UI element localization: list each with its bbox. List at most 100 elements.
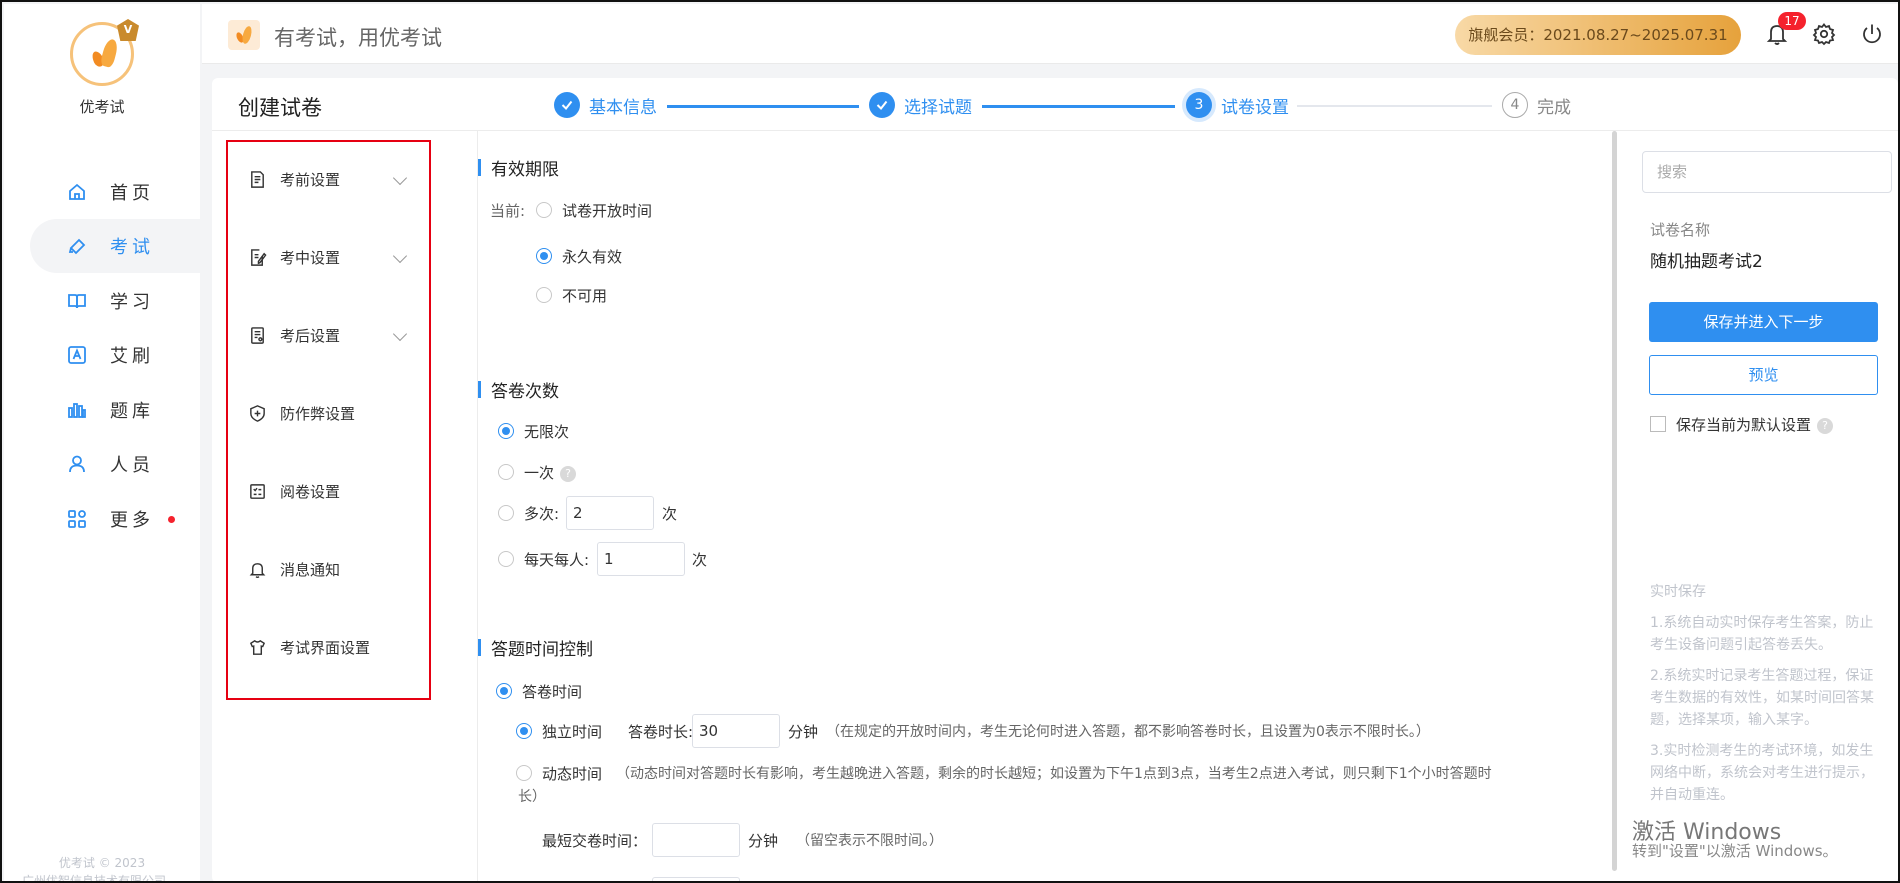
- settings-menu: 考前设置 考中设置 考后设置 防作弊设置 阅卷设置 消息通知 考试界面设置: [226, 140, 431, 700]
- nav-label: 更多: [110, 510, 154, 531]
- save-default-label: 保存当前为默认设置?: [1676, 414, 1834, 435]
- save-next-button[interactable]: 保存并进入下一步: [1649, 302, 1878, 342]
- menu-item-pre-exam[interactable]: 考前设置: [228, 159, 429, 199]
- header-slogan: 有考试，用优考试: [274, 26, 442, 50]
- settings-gear-icon[interactable]: [1812, 22, 1836, 46]
- checklist-icon: [246, 480, 268, 502]
- nav-item-study[interactable]: 学习: [30, 274, 200, 328]
- timing-min-submit-input[interactable]: [652, 823, 740, 857]
- menu-item-grading[interactable]: 阅卷设置: [228, 471, 429, 511]
- chevron-down-icon: [392, 326, 408, 342]
- timing-independent-label: 独立时间: [542, 723, 603, 741]
- section-title-validity: 有效期限: [478, 155, 559, 180]
- step-basic-info[interactable]: 基本信息: [554, 92, 657, 118]
- autosave-title: 实时保存: [1650, 584, 1706, 600]
- radio-answer-time[interactable]: [496, 683, 512, 699]
- timing-min-submit-note: （留空表示不限时间。）: [796, 833, 943, 849]
- document-icon: [246, 168, 268, 190]
- attempts-unlimited-label: 无限次: [524, 423, 570, 441]
- timing-dynamic-note: （动态时间对答题时长有影响，考生越晚进入答题，剩余的时长越短；如设置为下午1点到…: [616, 766, 1492, 782]
- nav-label: 人员: [110, 455, 154, 476]
- attempts-per-day-label: 每天每人:: [524, 551, 590, 569]
- shield-icon: [246, 402, 268, 424]
- notification-count-badge: 17: [1778, 12, 1806, 30]
- check-icon: [869, 92, 895, 118]
- create-paper-card: 创建试卷 基本信息 选择试题 3 试卷设置 4 完成 考前设置 考中设置 考后设…: [212, 78, 1898, 881]
- menu-item-notifications[interactable]: 消息通知: [228, 549, 429, 589]
- radio-independent-time[interactable]: [516, 723, 532, 739]
- save-default-checkbox[interactable]: [1650, 416, 1666, 432]
- a-square-icon: [66, 344, 88, 366]
- nav-label: 题库: [110, 401, 154, 422]
- timing-minutes-unit: 分钟: [748, 832, 779, 850]
- menu-item-exam-ui[interactable]: 考试界面设置: [228, 627, 429, 667]
- preview-button[interactable]: 预览: [1649, 355, 1878, 395]
- top-header: 有考试，用优考试 旗舰会员：2021.08.27~2025.07.31 17: [202, 4, 1898, 64]
- section-title-attempts: 答卷次数: [478, 377, 559, 402]
- step-select-questions[interactable]: 选择试题: [869, 92, 972, 118]
- menu-item-in-exam[interactable]: 考中设置: [228, 237, 429, 277]
- step-finish[interactable]: 4 完成: [1502, 92, 1571, 118]
- header-logo: [228, 20, 260, 50]
- radio-permanent[interactable]: [536, 248, 552, 264]
- nav-label: 艾刷: [110, 346, 154, 367]
- section-title-timing: 答题时间控制: [478, 635, 593, 660]
- help-icon[interactable]: ?: [1817, 417, 1834, 434]
- menu-label: 考中设置: [280, 248, 341, 267]
- footer-company: 广州优智信息技术有限公司: [22, 874, 167, 883]
- settings-content: 有效期限 当前: 试卷开放时间 永久有效 不可用 答卷次数 无限次 一次? 多次…: [478, 131, 1613, 881]
- left-sidebar: V 优考试 首页 考试 学习 艾刷 题库 人员 更多 优考试 © 2023 广州…: [4, 4, 200, 881]
- nav-item-home[interactable]: 首页: [30, 165, 200, 219]
- paper-name-label: 试卷名称: [1650, 221, 1711, 239]
- attempts-multiple-input[interactable]: 2: [566, 496, 654, 530]
- tag-icon: [66, 235, 88, 257]
- shirt-icon: [246, 636, 268, 658]
- paper-name: 随机抽题考试2: [1650, 252, 1763, 272]
- menu-label: 消息通知: [280, 560, 341, 579]
- autosave-item: 1.系统自动实时保存考生答案，防止考生设备问题引起答卷丢失。: [1650, 615, 1874, 653]
- content-scrollbar[interactable]: [1612, 131, 1617, 871]
- menu-label: 阅卷设置: [280, 482, 341, 501]
- radio-unavailable[interactable]: [536, 287, 552, 303]
- step-label: 完成: [1537, 97, 1571, 118]
- new-dot-icon: [168, 515, 175, 523]
- nav-item-aishua[interactable]: 艾刷: [30, 328, 200, 382]
- chevron-down-icon: [392, 170, 408, 186]
- nav-item-more[interactable]: 更多: [30, 492, 200, 546]
- step-label: 选择试题: [904, 97, 972, 118]
- radio-unlimited[interactable]: [498, 423, 514, 439]
- menu-item-post-exam[interactable]: 考后设置: [228, 315, 429, 355]
- help-icon[interactable]: ?: [560, 465, 577, 482]
- attempts-per-day-input[interactable]: 1: [597, 542, 685, 576]
- timing-duration-input[interactable]: 30: [692, 714, 780, 748]
- menu-label: 考试界面设置: [280, 638, 371, 657]
- timing-minutes-unit: 分钟: [788, 723, 819, 741]
- membership-badge[interactable]: 旗舰会员：2021.08.27~2025.07.31: [1455, 15, 1741, 55]
- timing-dynamic-note-cont: 长）: [518, 789, 546, 805]
- nav-item-people[interactable]: 人员: [30, 437, 200, 491]
- step-paper-settings[interactable]: 3 试卷设置: [1186, 92, 1289, 118]
- autosave-item: 2.系统实时记录考生答题过程，保证考生数据的有效性，如某时间回答某题，选择某项，…: [1650, 668, 1874, 728]
- timing-next-input[interactable]: [652, 877, 740, 881]
- book-icon: [66, 290, 88, 312]
- search-input[interactable]: 搜索: [1642, 151, 1892, 193]
- radio-multiple[interactable]: [498, 505, 514, 521]
- chevron-down-icon: [392, 248, 408, 264]
- report-icon: [246, 324, 268, 346]
- nav-item-exam[interactable]: 考试: [30, 219, 200, 273]
- radio-open-time[interactable]: [536, 202, 552, 218]
- radio-dynamic-time[interactable]: [516, 765, 532, 781]
- brand-logo[interactable]: V: [70, 19, 139, 86]
- vip-badge-icon: V: [117, 19, 139, 41]
- validity-current-label: 当前:: [490, 202, 526, 220]
- logout-power-icon[interactable]: [1860, 22, 1884, 46]
- radio-per-day[interactable]: [498, 551, 514, 567]
- step-number: 3: [1186, 92, 1212, 118]
- step-connector: [1297, 105, 1492, 107]
- nav-label: 考试: [110, 237, 154, 258]
- nav-item-question-bank[interactable]: 题库: [30, 383, 200, 437]
- radio-once[interactable]: [498, 464, 514, 480]
- bars-icon: [66, 399, 88, 421]
- menu-item-anti-cheat[interactable]: 防作弊设置: [228, 393, 429, 433]
- step-number: 4: [1502, 92, 1528, 118]
